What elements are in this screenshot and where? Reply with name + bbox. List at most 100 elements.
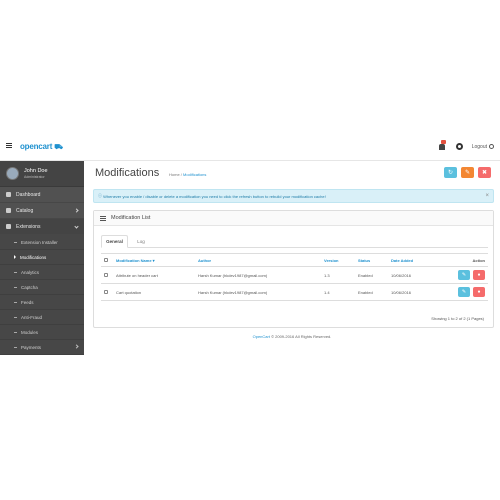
panel-title: Modification List (111, 215, 151, 221)
breadcrumb-separator: / (180, 172, 182, 177)
logo-text: opencart (20, 142, 53, 151)
user-profile: John Doe Administrator (0, 161, 84, 187)
panel-heading: Modification List (94, 211, 493, 226)
sidebar-subitem-label: Extension Installer (21, 239, 58, 245)
delete-button[interactable]: ✖ (478, 167, 491, 178)
sidebar-item-extensions[interactable]: Extensions (0, 219, 84, 235)
dash-icon (14, 286, 17, 288)
clear-button[interactable]: ✎ (461, 167, 474, 178)
logout-label: Logout (471, 143, 487, 150)
sidebar-subitem-label: Analytics (21, 269, 40, 275)
modification-list-panel: Modification List General Log Modificati… (93, 210, 494, 328)
sidebar-subitem-label: Feeds (21, 299, 34, 305)
sidebar-subitem-captcha[interactable]: Captcha (0, 280, 84, 295)
sidebar-subitem-label: Payments (21, 344, 42, 350)
column-name-sort[interactable]: Modification Name ▾ (113, 253, 195, 267)
menu-toggle-icon[interactable] (5, 142, 13, 150)
modification-table: Modification Name ▾ Author Version Statu… (101, 253, 488, 301)
pagination-summary: Showing 1 to 2 of 2 (1 Pages) (431, 316, 484, 321)
cell-actions: ✎ ● (438, 283, 488, 301)
footer-link[interactable]: OpenCart (253, 334, 270, 339)
disable-button[interactable]: ● (473, 270, 485, 280)
sidebar-item-dashboard[interactable]: Dashboard (0, 187, 84, 203)
edit-button[interactable]: ✎ (458, 270, 470, 280)
page-actions: ↻ ✎ ✖ (444, 167, 491, 178)
column-version-sort[interactable]: Version (321, 253, 355, 267)
cell-name: Cart quotation (113, 283, 195, 301)
sidebar-item-label: Dashboard (16, 191, 41, 198)
disable-icon: ● (477, 289, 481, 295)
breadcrumb-home[interactable]: Home (169, 172, 180, 177)
avatar (6, 167, 19, 180)
dashboard-icon (6, 192, 11, 197)
refresh-button[interactable]: ↻ (444, 167, 457, 178)
edit-button[interactable]: ✎ (458, 287, 470, 297)
eraser-icon: ✎ (464, 170, 471, 176)
sidebar-subitem-anti-fraud[interactable]: Anti-Fraud (0, 310, 84, 325)
sidebar-subitem-label: Modifications (20, 254, 47, 260)
dash-icon (14, 331, 17, 333)
sidebar-subitem-label: Captcha (21, 284, 38, 290)
table-header-row: Modification Name ▾ Author Version Statu… (101, 253, 488, 267)
info-alert: ⓘ Whenever you enable / disable or delet… (93, 189, 494, 203)
dash-icon (14, 241, 17, 243)
row-checkbox[interactable] (104, 272, 108, 277)
tab-general[interactable]: General (101, 235, 128, 248)
sidebar-subitem-payments[interactable]: Payments (0, 340, 84, 355)
disable-button[interactable]: ● (473, 287, 485, 297)
page-title: Modifications (95, 167, 160, 179)
dash-icon (14, 346, 17, 348)
column-action: Action (438, 253, 488, 267)
dash-icon (14, 271, 17, 273)
link-icon: ✎ (461, 289, 467, 295)
sidebar-subitem-label: Anti-Fraud (21, 314, 43, 320)
tab-log[interactable]: Log (131, 235, 151, 248)
sidebar-item-catalog[interactable]: Catalog (0, 203, 84, 219)
sidebar-subitem-analytics[interactable]: Analytics (0, 265, 84, 280)
help-lifering-icon[interactable] (455, 143, 463, 150)
sidebar-subitem-modules[interactable]: Modules (0, 325, 84, 340)
cart-icon: ⛟ (54, 144, 63, 151)
user-name: John Doe (24, 168, 48, 174)
tab-bar: General Log (101, 235, 488, 248)
top-header: opencart ⛟ Logout (0, 133, 500, 161)
sidebar-subitem-modifications[interactable]: Modifications (0, 250, 84, 265)
chevron-right-icon (74, 344, 79, 349)
sidebar-subitem-extension-installer[interactable]: Extension Installer (0, 235, 84, 250)
header-actions: Logout (438, 140, 494, 151)
page-footer: OpenCart © 2009-2016 All Rights Reserved… (84, 334, 500, 339)
column-date-sort[interactable]: Date Added (388, 253, 438, 267)
table-row: Attribute on header cart Harsh Kumar (hk… (101, 266, 488, 284)
tags-icon (6, 208, 11, 213)
logout-link[interactable]: Logout (472, 144, 494, 150)
logo[interactable]: opencart ⛟ (20, 142, 63, 152)
select-all-checkbox[interactable] (104, 257, 108, 262)
cell-date: 10/06/2016 (388, 266, 438, 284)
cell-author: Harsh Kumar (hkdev1987@gmail.com) (195, 266, 321, 284)
refresh-icon: ↻ (447, 170, 454, 176)
row-checkbox[interactable] (104, 289, 108, 294)
link-icon: ✎ (461, 272, 467, 278)
disable-icon: ● (477, 272, 481, 278)
list-icon (100, 215, 106, 221)
cell-actions: ✎ ● (438, 266, 488, 284)
column-author-sort[interactable]: Author (195, 253, 321, 267)
sign-out-icon (489, 144, 494, 149)
close-icon[interactable]: × (485, 193, 489, 199)
notification-bell-icon[interactable] (438, 140, 447, 151)
breadcrumb-current[interactable]: Modifications (183, 172, 206, 177)
column-status-sort[interactable]: Status (355, 253, 388, 267)
cell-date: 10/06/2016 (388, 283, 438, 301)
select-all-cell (101, 253, 113, 267)
cell-version: 1.3 (321, 266, 355, 284)
table-row: Cart quotation Harsh Kumar (hkdev1987@gm… (101, 283, 488, 301)
alert-text: Whenever you enable / disable or delete … (103, 193, 326, 199)
main-content: Modifications Home / Modifications ↻ ✎ ✖… (84, 161, 500, 355)
sidebar-subitem-feeds[interactable]: Feeds (0, 295, 84, 310)
row-select-cell (101, 283, 113, 301)
app-frame: opencart ⛟ Logout John Doe Administrator… (0, 133, 500, 355)
cell-status: Enabled (355, 283, 388, 301)
cell-version: 1.4 (321, 283, 355, 301)
puzzle-icon (6, 224, 11, 229)
chevron-right-icon (74, 208, 79, 213)
